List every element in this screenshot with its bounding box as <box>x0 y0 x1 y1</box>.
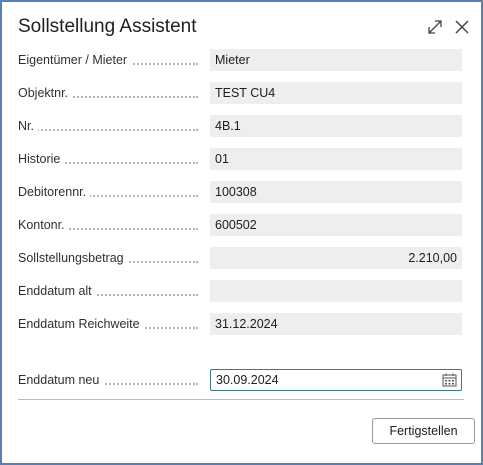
field-value-eigentuemer-mieter: Mieter <box>210 49 462 71</box>
calendar-icon[interactable] <box>442 373 457 387</box>
field-label: Historie <box>18 152 65 166</box>
field-row-enddatum-reichweite: Enddatum Reichweite 31.12.2024 <box>18 313 464 335</box>
field-row-enddatum-alt: Enddatum alt <box>18 280 464 302</box>
dialog-window: Sollstellung Assistent Eigentümer / Miet… <box>0 0 483 465</box>
close-icon[interactable] <box>452 17 472 37</box>
field-row-enddatum-neu: Enddatum neu 30.09.2024 <box>18 369 464 391</box>
field-row-nr: Nr. 4B.1 <box>18 115 464 137</box>
field-label: Eigentümer / Mieter <box>18 53 132 67</box>
field-row-kontonr: Kontonr. 600502 <box>18 214 464 236</box>
field-value-debitorennr: 100308 <box>210 181 462 203</box>
field-label: Enddatum neu <box>18 373 104 387</box>
field-value-historie: 01 <box>210 148 462 170</box>
footer-divider <box>18 399 464 400</box>
field-value-enddatum-reichweite: 31.12.2024 <box>210 313 462 335</box>
expand-icon[interactable] <box>426 18 444 36</box>
field-label: Objektnr. <box>18 86 73 100</box>
enddatum-neu-value: 30.09.2024 <box>216 373 279 387</box>
field-label: Sollstellungsbetrag <box>18 251 128 265</box>
field-value-kontonr: 600502 <box>210 214 462 236</box>
field-value-sollstellungsbetrag: 2.210,00 <box>210 247 462 269</box>
enddatum-neu-input[interactable]: 30.09.2024 <box>210 369 462 391</box>
field-row-sollstellungsbetrag: Sollstellungsbetrag 2.210,00 <box>18 247 464 269</box>
field-label: Debitorennr. <box>18 185 91 199</box>
field-row-eigentuemer-mieter: Eigentümer / Mieter Mieter <box>18 49 464 71</box>
field-value-objektnr: TEST CU4 <box>210 82 462 104</box>
field-row-historie: Historie 01 <box>18 148 464 170</box>
field-label: Enddatum Reichweite <box>18 317 144 331</box>
field-row-debitorennr: Debitorennr. 100308 <box>18 181 464 203</box>
field-label: Kontonr. <box>18 218 69 232</box>
field-label: Nr. <box>18 119 38 133</box>
field-label: Enddatum alt <box>18 284 96 298</box>
dialog-title: Sollstellung Assistent <box>18 16 197 37</box>
finish-button[interactable]: Fertigstellen <box>372 418 475 444</box>
field-value-nr: 4B.1 <box>210 115 462 137</box>
field-value-enddatum-alt <box>210 280 462 302</box>
field-row-objektnr: Objektnr. TEST CU4 <box>18 82 464 104</box>
